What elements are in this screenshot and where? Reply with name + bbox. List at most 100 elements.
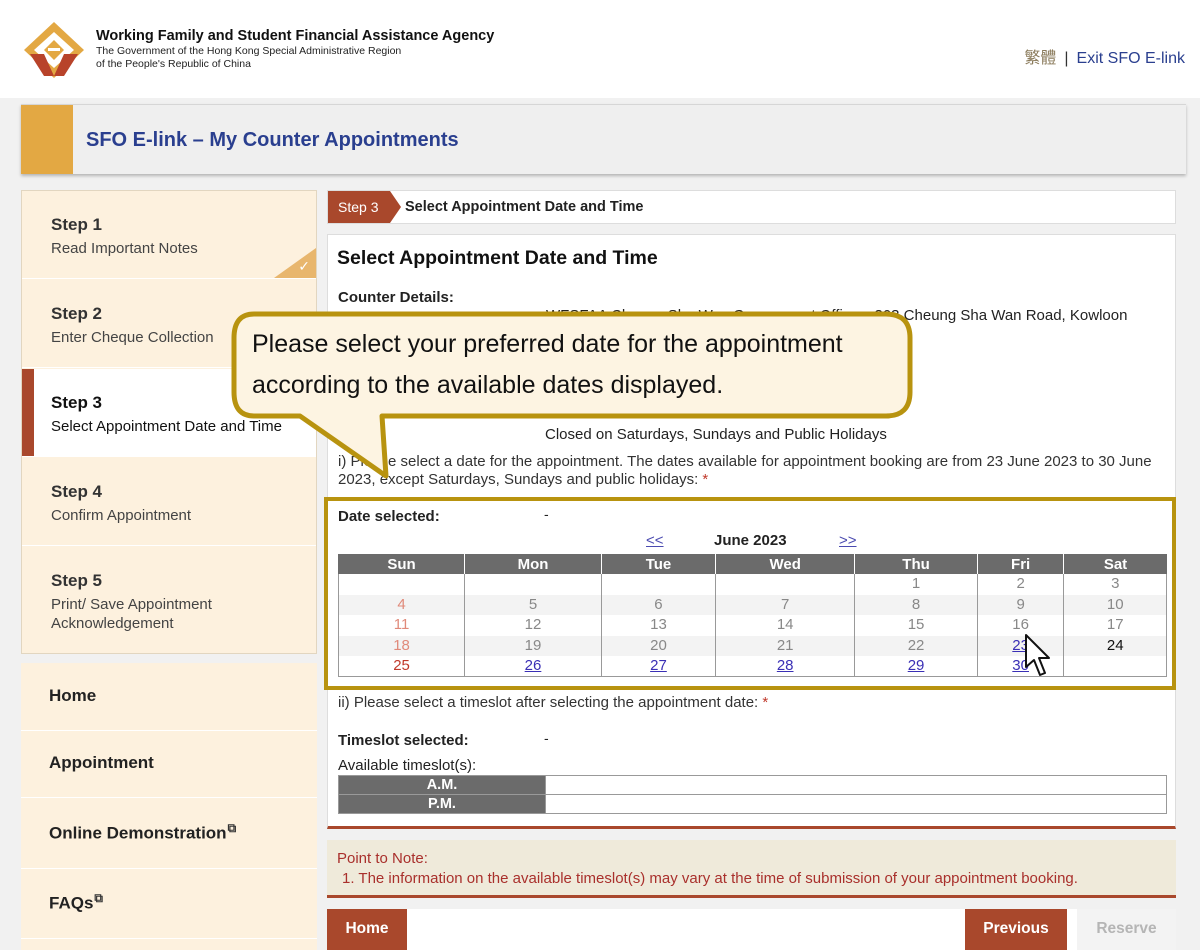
- step-description: Print/ Save Appointment Acknowledgement: [51, 596, 212, 632]
- calendar-cell: 26: [464, 656, 602, 677]
- required-mark: *: [762, 694, 769, 711]
- reserve-button[interactable]: Reserve: [1077, 909, 1176, 950]
- nav-home[interactable]: Home: [21, 663, 317, 731]
- step-5: Step 5 Print/ Save Appointment Acknowled…: [22, 547, 316, 635]
- prev-month-link[interactable]: <<: [646, 532, 664, 549]
- agency-subtitle-2: of the People's Republic of China: [96, 57, 251, 70]
- calendar-week-row: 11 12 13 14 15 16 17: [337, 615, 1167, 636]
- calendar-cell: 23: [976, 635, 1065, 656]
- step-number: Step 2: [51, 304, 103, 323]
- available-date-link[interactable]: 23: [1012, 637, 1029, 654]
- bottom-action-bar: Home Previous Reserve: [327, 909, 1176, 950]
- available-date-link[interactable]: 27: [650, 657, 667, 674]
- title-accent: [21, 105, 73, 174]
- calendar-day-header: Sun: [337, 554, 465, 574]
- available-date-link[interactable]: 26: [525, 657, 542, 674]
- nav-appointment-label: Appointment: [49, 753, 154, 772]
- calendar-cell: 29: [854, 656, 978, 677]
- timeslot-row-am: A.M.: [338, 775, 1167, 795]
- timeslot-pm-options: [545, 794, 1167, 814]
- steps-sidebar: Step 1 Read Important Notes ✓ Step 2 Ent…: [21, 190, 317, 654]
- nav-appointment[interactable]: Appointment: [21, 730, 317, 798]
- calendar-cell: 16: [976, 615, 1065, 636]
- step-number: Step 4: [51, 482, 103, 501]
- site-header: Working Family and Student Financial Ass…: [0, 0, 1200, 98]
- available-timeslots-label: Available timeslot(s):: [338, 757, 477, 774]
- step-header-title: Select Appointment Date and Time: [405, 199, 644, 215]
- calendar-cell: 5: [464, 594, 602, 615]
- calendar-cell: 22: [854, 635, 978, 656]
- timeslot-am-label: A.M.: [338, 775, 546, 795]
- timeslot-table: A.M. P.M.: [338, 775, 1167, 814]
- calendar-cell: 13: [600, 615, 717, 636]
- calendar-cell: 11: [337, 615, 466, 636]
- available-date-link[interactable]: 30: [1012, 657, 1029, 674]
- previous-button[interactable]: Previous: [965, 909, 1067, 950]
- calendar-cell: 4: [337, 594, 466, 615]
- calendar-cell: 17: [1063, 615, 1167, 636]
- calendar-cell: [1063, 656, 1167, 677]
- calendar-cell: 14: [715, 615, 856, 636]
- timeslot-instruction-text: ii) Please select a timeslot after selec…: [338, 694, 763, 711]
- calendar-week-row: 25 26 27 28 29 30: [337, 656, 1167, 677]
- timeslot-am-options: [545, 775, 1167, 795]
- calendar-week-row: 18 19 20 21 22 23 24: [337, 635, 1167, 656]
- tooltip-text: Please select your preferred date for th…: [252, 330, 843, 399]
- calendar-cell: [337, 574, 466, 595]
- date-instruction: i) Please select a date for the appointm…: [338, 453, 1168, 489]
- calendar-cell: 27: [600, 656, 717, 677]
- note-title: Point to Note:: [337, 850, 428, 867]
- step-description: Enter Cheque Collection: [51, 329, 214, 346]
- panel-title: Select Appointment Date and Time: [337, 247, 658, 269]
- exit-link[interactable]: Exit SFO E-link: [1077, 50, 1185, 67]
- step-number: Step 1: [51, 215, 103, 234]
- home-button[interactable]: Home: [327, 909, 407, 950]
- available-date-link[interactable]: 28: [777, 657, 794, 674]
- step-number: Step 5: [51, 571, 103, 590]
- calendar-cell: 30: [976, 656, 1065, 677]
- agency-logo-icon: [24, 22, 84, 78]
- calendar-cell: [715, 574, 856, 595]
- calendar-cell: 18: [337, 635, 466, 656]
- calendar-cell: 12: [464, 615, 602, 636]
- calendar-month: June 2023: [714, 532, 787, 549]
- agency-subtitle-1: The Government of the Hong Kong Special …: [96, 45, 402, 57]
- available-date-link[interactable]: 29: [908, 657, 925, 674]
- calendar-cell: 1: [854, 574, 978, 595]
- date-selected-label: Date selected:: [338, 508, 440, 525]
- date-instruction-text: i) Please select a date for the appointm…: [338, 453, 1152, 488]
- calendar-cell: 10: [1063, 594, 1167, 615]
- calendar-day-header: Wed: [715, 554, 855, 574]
- language-toggle-link[interactable]: 繁體: [1024, 50, 1056, 67]
- timeslot-selected-label: Timeslot selected:: [338, 732, 469, 749]
- calendar-day-header: Tue: [600, 554, 716, 574]
- nav-online-demonstration[interactable]: Online Demonstration⧉: [21, 799, 317, 869]
- external-link-icon: ⧉: [94, 891, 103, 905]
- agency-title: Working Family and Student Financial Ass…: [96, 28, 494, 70]
- nav-sidebar: Home Appointment Online Demonstration⧉ F…: [21, 663, 317, 950]
- nav-faqs[interactable]: FAQs⧉: [21, 869, 317, 939]
- step-tag: Step 3: [328, 191, 401, 223]
- counter-address: WFSFAA Cheung Sha Wan Government Offices…: [546, 307, 1128, 324]
- header-links: 繁體 | Exit SFO E-link: [1024, 44, 1185, 68]
- calendar-cell: 2: [976, 574, 1065, 595]
- note-text: 1. The information on the available time…: [342, 870, 1078, 887]
- calendar-week-row: 4 5 6 7 8 9 10: [337, 594, 1167, 615]
- calendar-week-row: 123: [337, 574, 1167, 595]
- calendar-cell: [464, 574, 602, 595]
- point-to-note: Point to Note: 1. The information on the…: [327, 840, 1176, 898]
- required-mark: *: [702, 471, 709, 488]
- timeslot-row-pm: P.M.: [338, 794, 1167, 814]
- calendar-cell: 8: [854, 594, 978, 615]
- timeslot-instruction: ii) Please select a timeslot after selec…: [338, 694, 768, 711]
- date-selected-value: -: [544, 506, 549, 522]
- calendar-cell: 21: [715, 635, 856, 656]
- calendar-cell: 20: [600, 635, 717, 656]
- page-title: SFO E-link – My Counter Appointments: [86, 129, 459, 151]
- calendar-cell: 15: [854, 615, 978, 636]
- counter-details-label: Counter Details:: [338, 289, 454, 306]
- calendar-cell: 3: [1063, 574, 1167, 595]
- calendar-cell: 25: [337, 656, 466, 677]
- external-link-icon: ⧉: [227, 821, 237, 835]
- next-month-link[interactable]: >>: [839, 532, 857, 549]
